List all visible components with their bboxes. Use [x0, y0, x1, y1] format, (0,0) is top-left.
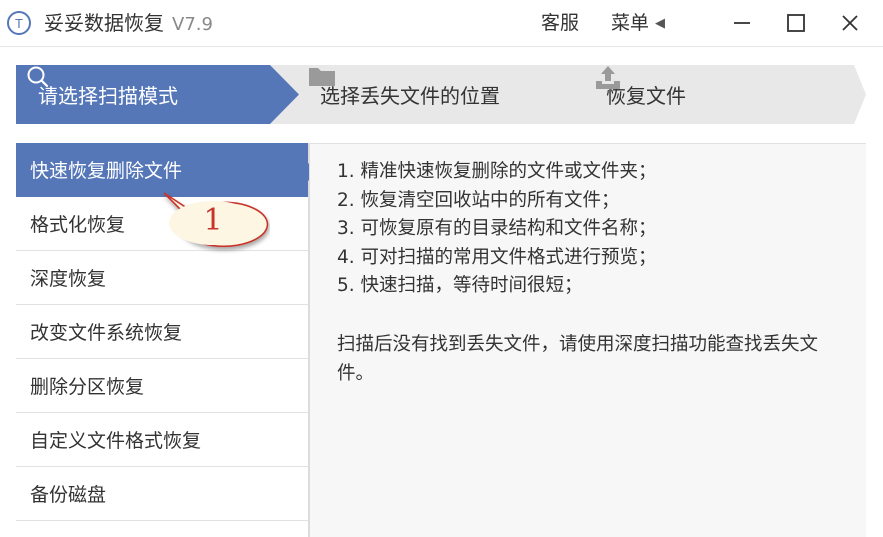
svg-text:T: T [15, 16, 23, 31]
step-label: 请选择扫描模式 [38, 84, 178, 108]
minimize-icon[interactable] [730, 11, 754, 35]
feature-line: 4. 可对扫描的常用文件格式进行预览； [337, 246, 657, 268]
step-select-location[interactable]: 选择丢失文件的位置 [308, 65, 500, 124]
menu-label: 菜单 [611, 12, 650, 34]
upload-icon [596, 66, 620, 89]
step-select-mode[interactable]: 请选择扫描模式 [26, 65, 178, 124]
app-title: 妥妥数据恢复 V7.9 [44, 10, 213, 38]
menu-button[interactable]: 菜单 ◀ [611, 10, 665, 39]
callout-number: 1 [203, 203, 223, 238]
app-name: 妥妥数据恢复 [44, 11, 164, 35]
mode-description-panel: 1. 精准快速恢复删除的文件或文件夹； 2. 恢复清空回收站中的所有文件； 3.… [309, 143, 866, 537]
maximize-icon[interactable] [784, 11, 808, 35]
menu-arrow-icon: ◀ [655, 16, 666, 31]
title-bar: T 妥妥数据恢复 V7.9 客服 菜单 ◀ [0, 0, 883, 47]
app-version: V7.9 [172, 14, 213, 35]
app-logo-icon: T [7, 11, 31, 35]
feature-line: 1. 精准快速恢复删除的文件或文件夹； [337, 161, 657, 182]
deep-scan-hint: 扫描后没有找到丢失文件，请使用深度扫描功能查找丢失文件。 [337, 334, 819, 384]
mode-filesystem-change-recovery[interactable]: 改变文件系统恢复 [16, 305, 308, 359]
mode-deleted-partition-recovery[interactable]: 删除分区恢复 [16, 359, 308, 413]
search-icon [27, 66, 49, 88]
feature-line: 2. 恢复清空回收站中的所有文件； [337, 189, 620, 211]
step-bar: 请选择扫描模式 选择丢失文件的位置 恢复文件 [16, 65, 866, 124]
mode-backup-disk[interactable]: 备份磁盘 [16, 467, 308, 521]
feature-line: 3. 可恢复原有的目录结构和文件名称； [337, 218, 657, 239]
close-icon[interactable] [838, 11, 862, 35]
step-label: 选择丢失文件的位置 [320, 84, 500, 108]
feature-list: 1. 精准快速恢复删除的文件或文件夹； 2. 恢复清空回收站中的所有文件； 3.… [337, 158, 657, 301]
step-recover-files[interactable]: 恢复文件 [594, 65, 686, 124]
feature-line: 5. 快速扫描，等待时间很短； [337, 275, 583, 296]
mode-quick-recover-deleted[interactable]: 快速恢复删除文件 [16, 143, 308, 197]
folder-icon [309, 68, 335, 86]
mode-custom-format-recovery[interactable]: 自定义文件格式恢复 [16, 413, 308, 467]
support-button[interactable]: 客服 [541, 10, 579, 36]
